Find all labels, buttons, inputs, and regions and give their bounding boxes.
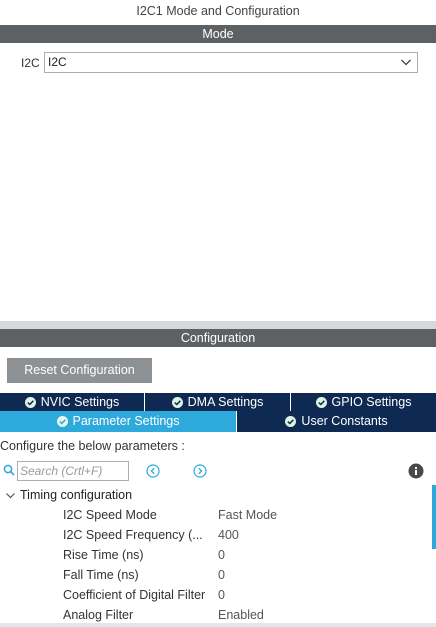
param-value[interactable]: 0 <box>218 588 225 602</box>
param-name: I2C Speed Mode <box>63 508 157 522</box>
check-circle-icon <box>315 396 327 408</box>
tab-user-constants[interactable]: User Constants <box>237 411 436 432</box>
param-value[interactable]: 0 <box>218 548 225 562</box>
check-circle-icon <box>24 396 36 408</box>
param-value[interactable]: Enabled <box>218 608 264 622</box>
check-circle-icon <box>56 416 68 427</box>
param-value[interactable]: Fast Mode <box>218 508 277 522</box>
parameter-search-input[interactable] <box>17 461 129 481</box>
param-name: Coefficient of Digital Filter <box>63 588 206 602</box>
param-row-speed-frequency[interactable]: I2C Speed Frequency (... 400 <box>0 525 430 545</box>
param-row-analog-filter[interactable]: Analog Filter Enabled <box>0 605 430 625</box>
param-row-rise-time[interactable]: Rise Time (ns) 0 <box>0 545 430 565</box>
tab-label: DMA Settings <box>187 395 264 409</box>
tab-gpio-settings[interactable]: GPIO Settings <box>291 393 436 411</box>
parameter-list: I2C Speed Mode Fast Mode I2C Speed Frequ… <box>0 505 430 625</box>
window-title: I2C1 Mode and Configuration <box>0 0 436 24</box>
mode-field-label: I2C <box>21 56 40 70</box>
chevron-down-icon <box>401 59 411 66</box>
vertical-scrollbar[interactable] <box>432 485 436 549</box>
param-row-fall-time[interactable]: Fall Time (ns) 0 <box>0 565 430 585</box>
mode-select-value: I2C <box>48 55 67 69</box>
chevron-right-circle-icon[interactable] <box>193 464 207 478</box>
tab-label: NVIC Settings <box>40 395 120 409</box>
search-icon <box>3 464 15 476</box>
param-row-speed-mode[interactable]: I2C Speed Mode Fast Mode <box>0 505 430 525</box>
tab-label: GPIO Settings <box>331 395 412 409</box>
info-icon[interactable] <box>408 463 424 479</box>
settings-tabs-row: NVIC Settings DMA Settings GPIO Settings <box>0 393 436 411</box>
param-value[interactable]: 400 <box>218 528 239 542</box>
mode-section-header: Mode <box>0 25 436 43</box>
group-label: Timing configuration <box>20 488 133 502</box>
chevron-down-icon <box>6 492 15 498</box>
mode-row: I2C I2C <box>0 51 436 75</box>
configure-instructions: Configure the below parameters : <box>0 439 185 453</box>
param-value[interactable]: 0 <box>218 568 225 582</box>
param-row-digital-filter[interactable]: Coefficient of Digital Filter 0 <box>0 585 430 605</box>
check-circle-icon <box>171 396 183 408</box>
configuration-section-header: Configuration <box>0 329 436 347</box>
param-name: Analog Filter <box>63 608 134 622</box>
reset-configuration-button[interactable]: Reset Configuration <box>7 358 152 383</box>
param-name: I2C Speed Frequency (... <box>63 528 203 542</box>
tab-label: User Constants <box>301 414 388 428</box>
tab-label: Parameter Settings <box>72 414 180 428</box>
mode-select[interactable]: I2C <box>44 52 418 73</box>
timing-configuration-group[interactable]: Timing configuration <box>5 488 132 502</box>
tab-parameter-settings[interactable]: Parameter Settings <box>0 411 237 432</box>
check-circle-icon <box>285 416 297 427</box>
chevron-left-circle-icon[interactable] <box>146 464 160 478</box>
tab-dma-settings[interactable]: DMA Settings <box>145 393 291 411</box>
parameter-tabs-row: Parameter Settings User Constants <box>0 411 436 432</box>
bottom-strip <box>0 623 436 627</box>
panel-divider[interactable] <box>0 321 436 329</box>
tab-nvic-settings[interactable]: NVIC Settings <box>0 393 145 411</box>
param-name: Rise Time (ns) <box>63 548 144 562</box>
param-name: Fall Time (ns) <box>63 568 139 582</box>
